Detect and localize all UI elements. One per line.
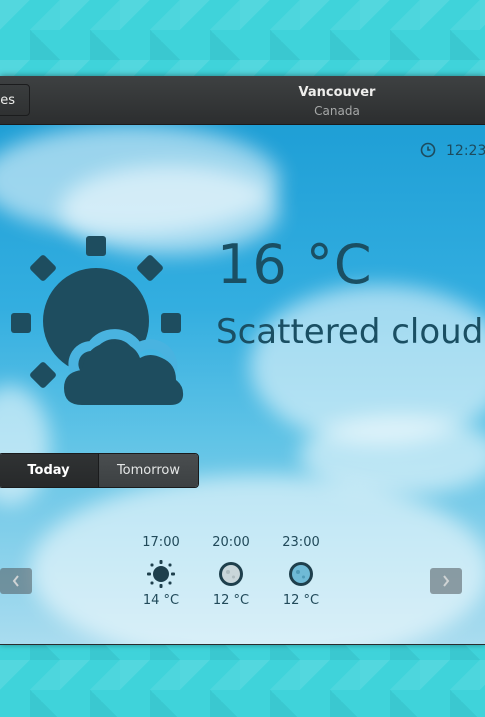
current-time: 12:23 <box>446 143 485 159</box>
forecast-temperature: 14 °C <box>142 593 180 608</box>
forecast-time: 23:00 <box>282 535 320 550</box>
moon-icon <box>289 562 313 586</box>
clock-icon <box>420 142 436 158</box>
places-button[interactable]: es <box>0 84 30 116</box>
today-tab[interactable]: Today <box>0 454 98 487</box>
chevron-right-icon <box>443 575 450 587</box>
headerbar: es Vancouver Canada <box>0 76 485 125</box>
tomorrow-tab[interactable]: Tomorrow <box>98 454 198 487</box>
forecast-item: 20:00 12 °C <box>201 535 261 608</box>
previous-button[interactable] <box>0 568 32 594</box>
forecast-item: 23:00 12 °C <box>271 535 331 608</box>
next-button[interactable] <box>430 568 462 594</box>
forecast-temperature: 12 °C <box>282 593 320 608</box>
places-button-label: es <box>0 92 15 108</box>
forecast-time: 20:00 <box>212 535 250 550</box>
moon-icon <box>219 562 243 586</box>
sun-behind-cloud-icon <box>11 236 184 405</box>
current-condition: Scattered clouds <box>216 312 485 352</box>
day-switcher: Today Tomorrow <box>0 453 199 488</box>
current-temperature: 16 °C <box>217 233 373 296</box>
weather-content: 12:23 16 °C Scattered clouds Today Tomor… <box>0 125 485 644</box>
window-bottom-edge <box>0 644 485 645</box>
weather-window: es Vancouver Canada 12:23 16 °C Scattere… <box>0 76 485 644</box>
sun-icon <box>147 560 175 588</box>
forecast-time: 17:00 <box>142 535 180 550</box>
forecast-temperature: 12 °C <box>212 593 250 608</box>
forecast-item: 17:00 14 °C <box>131 535 191 608</box>
location-title: Vancouver <box>298 85 376 100</box>
chevron-left-icon <box>12 575 19 587</box>
location-subtitle: Canada <box>314 104 360 118</box>
